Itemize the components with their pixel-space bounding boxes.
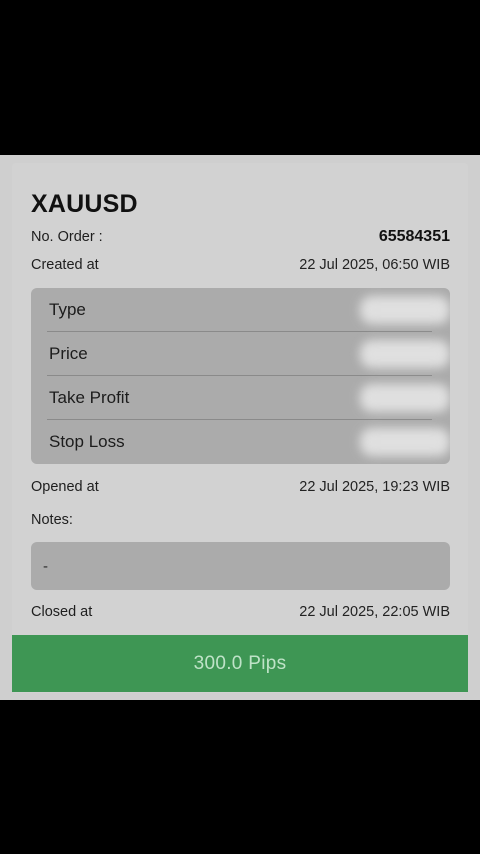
detail-type-value-redacted <box>360 296 450 324</box>
detail-price-label: Price <box>49 344 88 363</box>
detail-take-profit-label: Take Profit <box>49 388 130 407</box>
order-number-label: No. Order : <box>31 229 103 245</box>
created-row: Created at 22 Jul 2025, 06:50 WIB <box>31 257 450 273</box>
detail-stop-loss: Stop Loss <box>31 420 450 464</box>
detail-price-value-redacted <box>360 340 450 368</box>
notes-label-row: Notes: <box>31 512 450 528</box>
order-card-inner: XAUUSD No. Order : 65584351 Created at 2… <box>12 163 468 693</box>
order-details-box: Type Price Take Profit Stop Loss <box>31 288 450 464</box>
notes-label: Notes: <box>31 512 73 528</box>
pips-result-label: 300.0 Pips <box>193 652 287 674</box>
order-symbol: XAUUSD <box>31 190 138 218</box>
closed-label: Closed at <box>31 604 93 620</box>
order-card: XAUUSD No. Order : 65584351 Created at 2… <box>0 155 480 700</box>
detail-stop-loss-label: Stop Loss <box>49 432 125 451</box>
notes-value: - <box>43 557 48 575</box>
detail-stop-loss-value-redacted <box>360 428 450 456</box>
detail-price: Price <box>31 332 450 376</box>
opened-value: 22 Jul 2025, 19:23 WIB <box>299 479 450 495</box>
detail-type: Type <box>31 288 450 332</box>
screen: XAUUSD No. Order : 65584351 Created at 2… <box>0 0 480 854</box>
created-value: 22 Jul 2025, 06:50 WIB <box>299 257 450 273</box>
pips-result-bar: 300.0 Pips <box>12 635 468 692</box>
created-label: Created at <box>31 257 99 273</box>
detail-take-profit: Take Profit <box>31 376 450 420</box>
detail-type-label: Type <box>49 300 86 319</box>
closed-value: 22 Jul 2025, 22:05 WIB <box>299 604 450 620</box>
order-number-row: No. Order : 65584351 <box>31 228 450 246</box>
detail-take-profit-value-redacted <box>360 384 450 412</box>
opened-label: Opened at <box>31 479 99 495</box>
closed-row: Closed at 22 Jul 2025, 22:05 WIB <box>31 604 450 620</box>
opened-row: Opened at 22 Jul 2025, 19:23 WIB <box>31 479 450 495</box>
order-number-value: 65584351 <box>378 228 450 245</box>
notes-field: - <box>31 542 450 590</box>
